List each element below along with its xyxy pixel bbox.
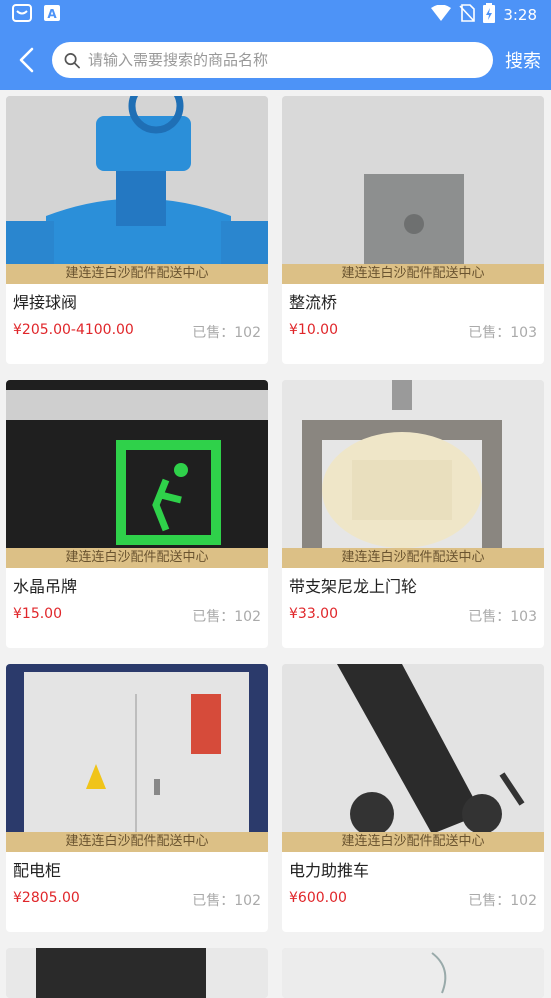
search-button[interactable]: 搜索 xyxy=(501,47,543,73)
product-price: ¥33.00 xyxy=(289,606,338,622)
shop-name: 建连连白沙配件配送中心 xyxy=(6,832,268,852)
wifi-icon xyxy=(431,4,452,25)
product-name: 水晶吊牌 xyxy=(13,577,78,596)
product-card[interactable]: 建连连白沙配件配送中心 配电柜 ¥2805.00 已售：102 xyxy=(6,664,268,932)
shop-name: 建连连白沙配件配送中心 xyxy=(282,832,544,852)
product-card[interactable]: 建连连白沙配件配送中心 整流桥 ¥10.00 已售：103 xyxy=(282,96,544,364)
app-notification-icon xyxy=(12,4,32,26)
no-sim-icon xyxy=(459,4,476,26)
shop-name: 建连连白沙配件配送中心 xyxy=(6,264,268,284)
product-card[interactable]: 建连连白沙配件配送中心 带支架尼龙上门轮 ¥33.00 已售：103 xyxy=(282,380,544,648)
sold-count: 已售：102 xyxy=(192,609,261,625)
shop-name: 建连连白沙配件配送中心 xyxy=(282,548,544,568)
sold-count: 已售：103 xyxy=(468,325,537,341)
back-button[interactable] xyxy=(6,40,46,80)
search-icon xyxy=(64,52,80,68)
sold-count: 已售：102 xyxy=(468,893,537,909)
shop-name: 建连连白沙配件配送中心 xyxy=(282,264,544,284)
chevron-left-icon xyxy=(19,47,34,73)
product-image xyxy=(6,948,268,998)
product-card[interactable]: 建连连白沙配件配送中心 焊接球阀 ¥205.00-4100.00 已售：102 xyxy=(6,96,268,364)
product-image xyxy=(282,948,544,998)
product-image: 建连连白沙配件配送中心 xyxy=(6,664,268,852)
product-grid: 建连连白沙配件配送中心 焊接球阀 ¥205.00-4100.00 已售：102 … xyxy=(0,90,551,998)
product-price: ¥2805.00 xyxy=(13,890,80,906)
sold-count: 已售：103 xyxy=(468,609,537,625)
product-image: 建连连白沙配件配送中心 xyxy=(282,96,544,284)
product-image: 建连连白沙配件配送中心 xyxy=(6,380,268,568)
product-name: 整流桥 xyxy=(289,293,338,312)
product-name: 电力助推车 xyxy=(289,861,370,880)
product-card[interactable]: 建连连白沙配件配送中心 水晶吊牌 ¥15.00 已售：102 xyxy=(6,380,268,648)
product-card[interactable] xyxy=(6,948,268,998)
product-name: 焊接球阀 xyxy=(13,293,78,312)
product-name: 带支架尼龙上门轮 xyxy=(289,577,418,596)
font-a-icon: A xyxy=(44,5,60,25)
search-box[interactable] xyxy=(52,42,493,78)
product-price: ¥10.00 xyxy=(289,322,338,338)
product-price: ¥15.00 xyxy=(13,606,62,622)
status-bar: A 3:28 xyxy=(0,0,551,30)
product-image: 建连连白沙配件配送中心 xyxy=(6,96,268,284)
product-name: 配电柜 xyxy=(13,861,62,880)
product-image: 建连连白沙配件配送中心 xyxy=(282,664,544,852)
product-image: 建连连白沙配件配送中心 xyxy=(282,380,544,568)
product-price: ¥205.00-4100.00 xyxy=(13,322,134,338)
battery-icon xyxy=(483,3,496,27)
shop-name: 建连连白沙配件配送中心 xyxy=(6,548,268,568)
search-input[interactable] xyxy=(88,51,481,69)
sold-count: 已售：102 xyxy=(192,893,261,909)
status-time: 3:28 xyxy=(503,6,537,24)
product-card[interactable]: 建连连白沙配件配送中心 电力助推车 ¥600.00 已售：102 xyxy=(282,664,544,932)
product-card[interactable] xyxy=(282,948,544,998)
product-price: ¥600.00 xyxy=(289,890,347,906)
search-header: 搜索 xyxy=(0,30,551,90)
svg-text:A: A xyxy=(47,7,57,21)
sold-count: 已售：102 xyxy=(192,325,261,341)
